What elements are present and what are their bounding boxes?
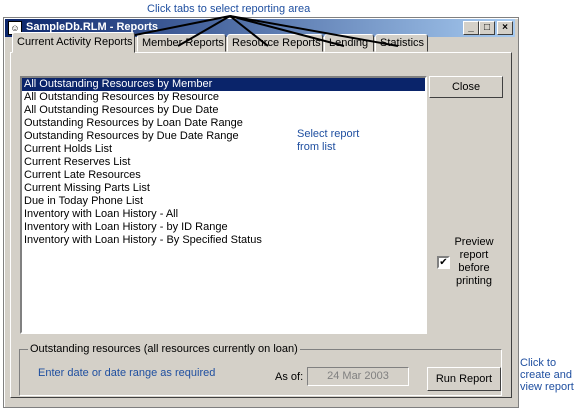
- preview-checkbox[interactable]: ✔: [437, 256, 450, 269]
- tab-current-activity-reports[interactable]: Current Activity Reports: [12, 32, 135, 53]
- as-of-label: As of:: [275, 371, 304, 383]
- tab-lending[interactable]: Lending: [324, 34, 374, 52]
- report-list-item[interactable]: All Outstanding Resources by Member: [22, 78, 425, 91]
- report-listbox[interactable]: All Outstanding Resources by Member All …: [20, 76, 427, 334]
- report-list-item[interactable]: Inventory with Loan History - All: [22, 208, 425, 221]
- date-range-hint: Enter date or date range as required: [38, 367, 216, 379]
- report-list-item[interactable]: All Outstanding Resources by Resource: [22, 91, 425, 104]
- tab-resource-reports[interactable]: Resource Reports: [227, 34, 323, 52]
- report-list-item[interactable]: Current Missing Parts List: [22, 182, 425, 195]
- as-of-date-field[interactable]: 24 Mar 2003: [307, 367, 409, 386]
- close-button[interactable]: Close: [429, 76, 503, 98]
- tabs-callout: Click tabs to select reporting area: [147, 3, 311, 15]
- minimize-button[interactable]: _: [463, 21, 479, 35]
- options-group-title: Outstanding resources (all resources cur…: [28, 343, 300, 355]
- report-list-item[interactable]: Inventory with Loan History - By Specifi…: [22, 234, 425, 247]
- close-window-button[interactable]: ×: [497, 21, 513, 35]
- tab-member-reports[interactable]: Member Reports: [137, 34, 226, 52]
- report-list-item[interactable]: Inventory with Loan History - by ID Rang…: [22, 221, 425, 234]
- report-list-item[interactable]: All Outstanding Resources by Due Date: [22, 104, 425, 117]
- tab-statistics[interactable]: Statistics: [375, 34, 428, 52]
- run-report-callout: Click to create and view report: [520, 357, 574, 393]
- select-report-hint: Select report from list: [297, 128, 360, 153]
- report-list-item[interactable]: Due in Today Phone List: [22, 195, 425, 208]
- report-list-item[interactable]: Current Late Resources: [22, 169, 425, 182]
- preview-label: Preview report before printing: [454, 236, 494, 287]
- report-list-item[interactable]: Current Reserves List: [22, 156, 425, 169]
- run-report-button[interactable]: Run Report: [427, 367, 501, 391]
- maximize-button[interactable]: □: [479, 21, 495, 35]
